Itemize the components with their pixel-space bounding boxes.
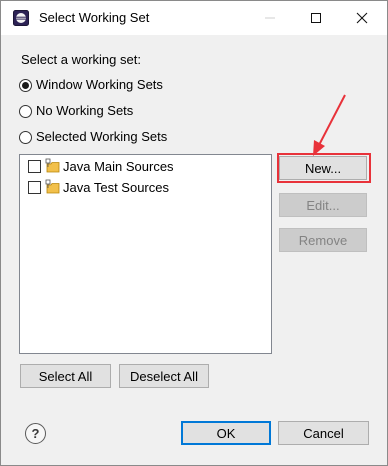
select-prompt-label: Select a working set:: [21, 52, 141, 67]
minimize-button[interactable]: [247, 1, 293, 35]
radio-button[interactable]: [19, 78, 32, 92]
radio-label: Selected Working Sets: [36, 129, 168, 144]
list-item[interactable]: Java Main Sources: [28, 158, 174, 174]
new-button[interactable]: New...: [279, 156, 367, 180]
edit-button[interactable]: Edit...: [279, 193, 367, 217]
eclipse-app-icon: [13, 10, 29, 26]
radio-label: Window Working Sets: [36, 77, 163, 92]
list-item[interactable]: Java Test Sources: [28, 179, 169, 195]
working-set-icon: [45, 158, 60, 173]
checkbox[interactable]: [28, 159, 41, 173]
radio-label: No Working Sets: [36, 103, 134, 118]
dialog-content: Select a working set: Window Working Set…: [1, 35, 387, 465]
minimize-icon: [265, 17, 275, 19]
close-icon: [356, 12, 368, 24]
radio-button[interactable]: [19, 130, 32, 144]
maximize-button[interactable]: [293, 1, 339, 35]
select-all-button[interactable]: Select All: [20, 364, 111, 388]
radio-window-working-sets[interactable]: Window Working Sets: [19, 77, 163, 93]
working-set-label: Java Test Sources: [63, 179, 169, 195]
title-bar: Select Working Set: [1, 1, 387, 35]
radio-button[interactable]: [19, 104, 32, 118]
window-title: Select Working Set: [39, 10, 150, 25]
radio-no-working-sets[interactable]: No Working Sets: [19, 103, 133, 119]
working-set-icon: [45, 179, 60, 194]
ok-button[interactable]: OK: [181, 421, 271, 445]
annotation-arrow-icon: [313, 94, 346, 156]
working-set-label: Java Main Sources: [63, 158, 174, 174]
help-icon[interactable]: ?: [25, 423, 46, 444]
maximize-icon: [311, 13, 321, 23]
select-working-set-dialog: Select Working Set Select a working set:…: [0, 0, 388, 466]
deselect-all-button[interactable]: Deselect All: [119, 364, 209, 388]
close-button[interactable]: [339, 1, 385, 35]
remove-button[interactable]: Remove: [279, 228, 367, 252]
radio-selected-working-sets[interactable]: Selected Working Sets: [19, 129, 167, 145]
checkbox[interactable]: [28, 180, 41, 194]
working-sets-list[interactable]: Java Main Sources Java Test Sources: [19, 154, 272, 354]
cancel-button[interactable]: Cancel: [278, 421, 369, 445]
